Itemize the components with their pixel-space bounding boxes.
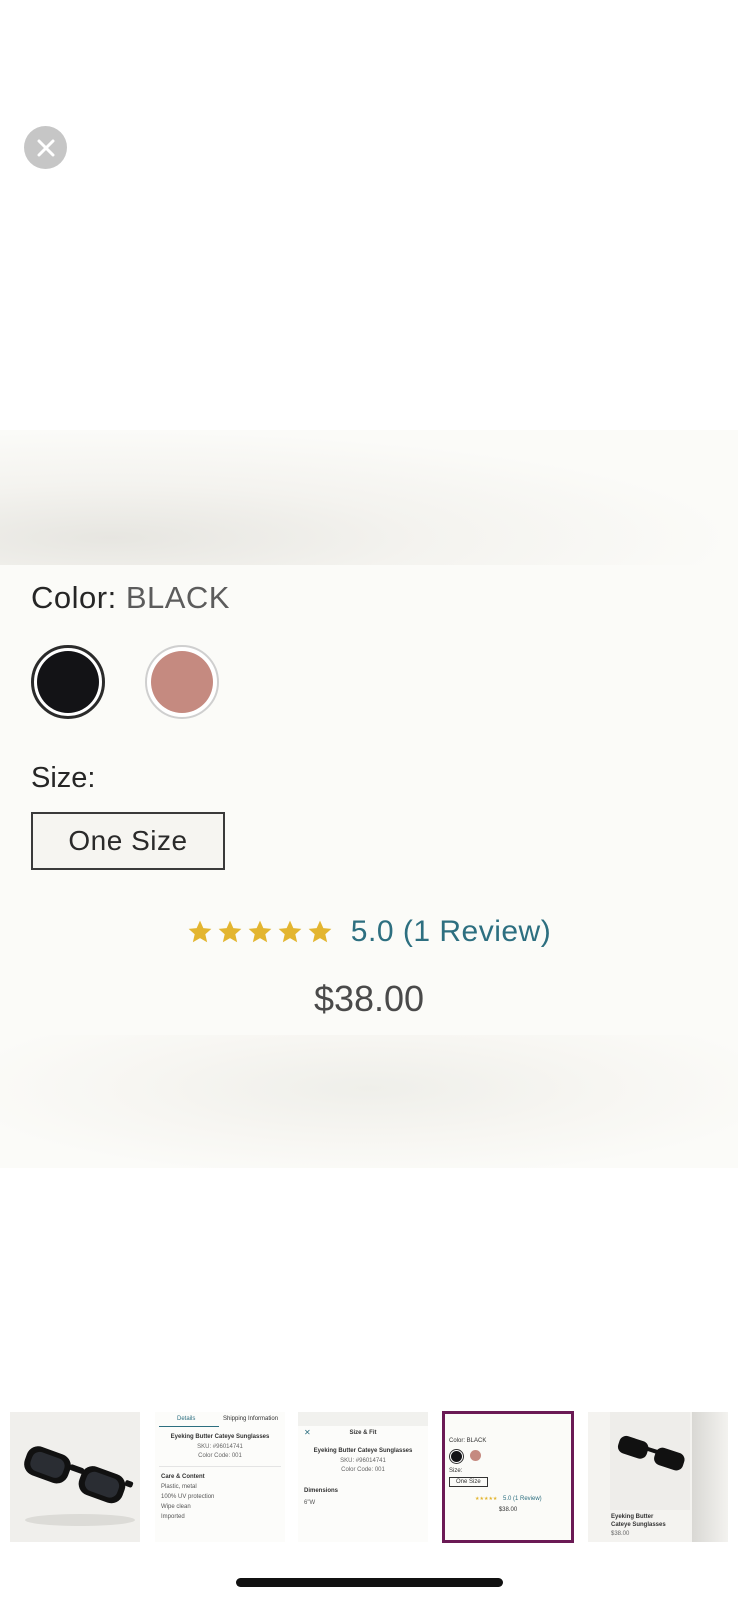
blurred-background-bottom bbox=[0, 1035, 738, 1168]
mini-next-image bbox=[692, 1412, 728, 1542]
swatch-pink[interactable] bbox=[145, 645, 219, 719]
mini-title: Eyeking Butter Cateye Sunglasses bbox=[313, 1448, 413, 1454]
mini-product-image bbox=[610, 1412, 690, 1510]
star-rating bbox=[187, 919, 333, 945]
home-indicator[interactable] bbox=[236, 1578, 503, 1587]
thumbnail-details[interactable]: Details Shipping Information Eyeking But… bbox=[155, 1412, 285, 1542]
mini-dimensions-value: 6"W bbox=[304, 1500, 316, 1506]
mini-rating: 5.0 (1 Review) bbox=[503, 1496, 542, 1502]
thumbnail-size-fit[interactable]: ✕ Size & Fit Eyeking Butter Cateye Sungl… bbox=[298, 1412, 428, 1542]
mini-care-line: Plastic, metal bbox=[161, 1484, 197, 1490]
mini-divider bbox=[159, 1466, 281, 1467]
sunglasses-icon bbox=[24, 1446, 135, 1526]
mini-title: Eyeking Butter Cateye Sunglasses bbox=[170, 1434, 270, 1440]
mini-care-line: Imported bbox=[161, 1514, 185, 1520]
mini-size-fit-heading: Size & Fit bbox=[349, 1430, 377, 1436]
mini-card-title-2: Cateye Sunglasses bbox=[611, 1522, 666, 1528]
mini-tab-underline bbox=[159, 1426, 219, 1427]
mini-price: $38.00 bbox=[498, 1507, 518, 1513]
mini-color-code: Color Code: 001 bbox=[198, 1453, 242, 1459]
mini-color-code: Color Code: 001 bbox=[341, 1467, 385, 1473]
mini-tab-details: Details bbox=[177, 1416, 196, 1422]
star-icon bbox=[188, 920, 212, 943]
star-icon bbox=[278, 920, 302, 943]
mini-sku: SKU: #96014741 bbox=[340, 1458, 386, 1464]
mini-card-title-1: Eyeking Butter bbox=[611, 1514, 654, 1520]
product-options-panel: Color: BLACK Size: One Size 5.0 (1 Revie… bbox=[0, 430, 738, 1168]
thumbnail-strip: Details Shipping Information Eyeking But… bbox=[10, 1411, 728, 1544]
size-label: Size: bbox=[31, 762, 96, 794]
mini-tab-shipping: Shipping Information bbox=[223, 1416, 279, 1422]
mini-care-line: Wipe clean bbox=[161, 1504, 191, 1510]
thumbnail-product-card[interactable]: Eyeking Butter Cateye Sunglasses $38.00 bbox=[588, 1412, 728, 1542]
blurred-background-top bbox=[0, 430, 738, 565]
mini-stars: ★★★★★ bbox=[475, 1496, 498, 1502]
star-icon bbox=[308, 920, 332, 943]
star-icon bbox=[248, 920, 272, 943]
star-icon bbox=[218, 920, 242, 943]
mini-size-key: Size: bbox=[449, 1468, 463, 1474]
color-value: BLACK bbox=[125, 580, 230, 615]
rating-row[interactable]: 5.0 (1 Review) bbox=[0, 915, 738, 949]
color-key: Color: bbox=[31, 580, 117, 615]
size-option-one-size[interactable]: One Size bbox=[31, 812, 225, 870]
price: $38.00 bbox=[313, 978, 425, 1019]
thumbnail-options-selected[interactable]: Color: BLACK Size: One Size ★★★★★ 5.0 (1… bbox=[442, 1411, 574, 1543]
close-icon bbox=[37, 139, 54, 156]
mini-swatch-black bbox=[450, 1450, 463, 1463]
mini-color-line: Color: BLACK bbox=[449, 1438, 487, 1444]
mini-header-bar bbox=[298, 1412, 428, 1426]
mini-size-option: One Size bbox=[449, 1477, 488, 1487]
mini-care-heading: Care & Content bbox=[161, 1474, 205, 1480]
swatch-black-dot bbox=[37, 651, 99, 713]
rating-link[interactable]: 5.0 (1 Review) bbox=[351, 915, 551, 949]
close-button[interactable] bbox=[24, 126, 67, 169]
swatch-pink-dot bbox=[151, 651, 213, 713]
mini-card-price: $38.00 bbox=[611, 1531, 630, 1537]
mini-care-line: 100% UV protection bbox=[161, 1494, 215, 1500]
mini-dimensions-heading: Dimensions bbox=[304, 1488, 339, 1494]
thumbnail-product-image[interactable] bbox=[10, 1412, 140, 1542]
mini-swatch-pink bbox=[470, 1450, 481, 1461]
swatch-black[interactable] bbox=[31, 645, 105, 719]
mini-sku: SKU: #96014741 bbox=[197, 1444, 243, 1450]
sunglasses-icon bbox=[617, 1435, 685, 1471]
color-label: Color: BLACK bbox=[31, 580, 230, 616]
